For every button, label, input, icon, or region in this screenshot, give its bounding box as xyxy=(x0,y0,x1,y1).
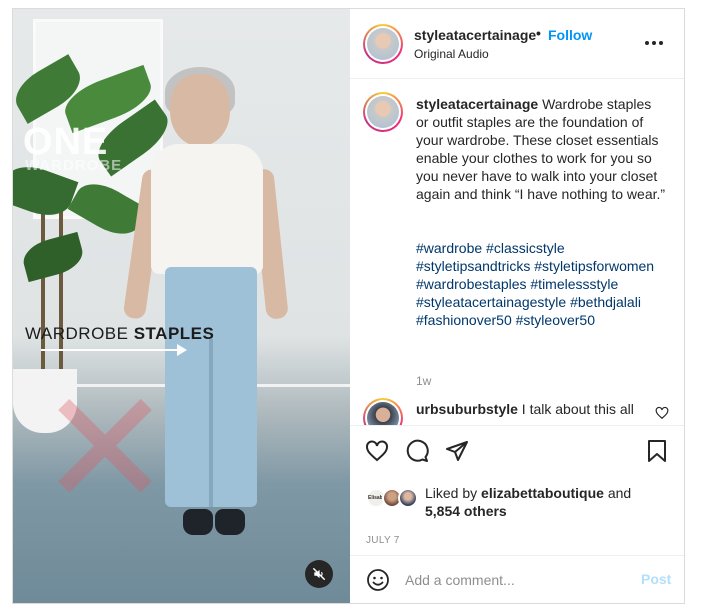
caption-avatar[interactable] xyxy=(363,92,403,132)
speaker-muted-icon xyxy=(313,568,325,580)
caption-time[interactable]: 1w xyxy=(416,374,431,388)
share-button[interactable] xyxy=(444,438,470,464)
comment-button[interactable] xyxy=(404,438,430,464)
like-button[interactable] xyxy=(364,438,390,464)
liker-avatar xyxy=(398,488,418,508)
shoe xyxy=(183,509,213,535)
likes-summary: Elisabetta Liked by elizabettaboutique a… xyxy=(366,484,676,524)
separator-dot: • xyxy=(536,25,541,41)
overlay-staples-bold: STAPLES xyxy=(133,324,215,343)
more-options-button[interactable] xyxy=(642,31,666,55)
likes-and: and xyxy=(603,485,632,501)
author-username[interactable]: styleatacertainage xyxy=(414,27,536,43)
person-shirt xyxy=(151,144,263,274)
comment-item: urbsuburbstyle I talk about this all xyxy=(350,398,684,425)
comment-heart-icon[interactable] xyxy=(655,406,669,420)
post-video[interactable]: ✕ ONE WARDROBE WARDROBE STAPLES xyxy=(13,9,350,603)
liker-username[interactable]: elizabettaboutique xyxy=(481,485,604,501)
overlay-arrow xyxy=(41,344,187,356)
commenter-avatar[interactable] xyxy=(363,398,403,425)
comments-section[interactable]: styleatacertainage Wardrobe staples or o… xyxy=(350,80,684,425)
plant-stem xyxy=(59,199,63,379)
post-side-panel: styleatacertainage • Follow Original Aud… xyxy=(350,9,684,603)
overlay-staples-light: WARDROBE xyxy=(25,324,134,343)
post-header: styleatacertainage • Follow Original Aud… xyxy=(350,9,684,79)
overlay-text-staples: WARDROBE STAPLES xyxy=(25,324,214,344)
mute-button[interactable] xyxy=(305,560,333,588)
comment-text: urbsuburbstyle I talk about this all xyxy=(416,400,646,418)
emoji-icon[interactable] xyxy=(366,568,390,592)
plant-leaf xyxy=(19,231,87,283)
post-dialog: ✕ ONE WARDROBE WARDROBE STAPLES styleata… xyxy=(12,8,685,604)
post-comment-button[interactable]: Post xyxy=(641,571,671,587)
overlay-text-wardrobe: WARDROBE xyxy=(25,157,123,174)
caption-text: styleatacertainage Wardrobe staples or o… xyxy=(416,95,666,203)
comment-body: I talk about this all xyxy=(517,401,634,417)
likes-text: Liked by elizabettaboutique and 5,854 oth… xyxy=(425,484,685,520)
heart-icon xyxy=(366,440,388,462)
likes-count[interactable]: 5,854 others xyxy=(425,503,507,519)
audio-label[interactable]: Original Audio xyxy=(414,47,489,61)
post-date[interactable]: JULY 7 xyxy=(366,535,400,546)
caption-username[interactable]: styleatacertainage xyxy=(416,96,538,112)
commenter-username[interactable]: urbsuburbstyle xyxy=(416,401,518,417)
save-button[interactable] xyxy=(644,438,670,464)
bookmark-icon xyxy=(648,440,666,462)
actions-area: Elisabetta Liked by elizabettaboutique a… xyxy=(350,425,684,555)
caption-hashtags[interactable]: #wardrobe #classicstyle #styletipsandtri… xyxy=(416,239,666,329)
author-avatar[interactable] xyxy=(363,24,403,64)
follow-button[interactable]: Follow xyxy=(548,27,592,43)
shoe xyxy=(215,509,245,535)
jeans-gap xyxy=(209,339,213,507)
likes-prefix: Liked by xyxy=(425,485,482,501)
add-comment-bar: Post xyxy=(350,555,684,603)
person-head xyxy=(170,74,230,146)
comment-input[interactable] xyxy=(405,568,625,592)
comment-icon xyxy=(406,439,429,462)
share-icon xyxy=(446,441,468,461)
x-mark-overlay: ✕ xyxy=(38,355,173,542)
more-horizontal-icon xyxy=(645,41,663,45)
liker-avatars[interactable]: Elisabetta xyxy=(366,486,418,508)
